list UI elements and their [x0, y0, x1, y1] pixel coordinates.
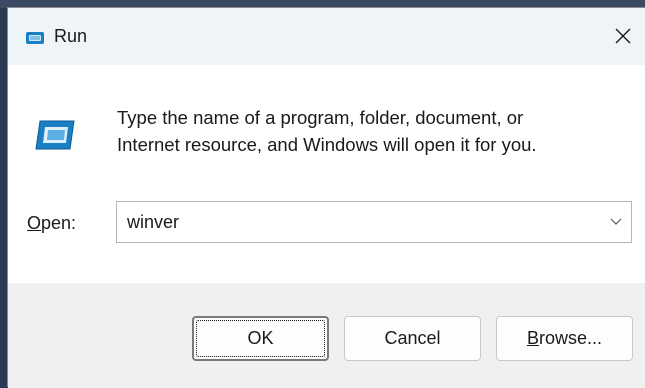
cancel-button[interactable]: Cancel — [344, 316, 481, 361]
run-icon — [35, 120, 75, 150]
dialog-body: Type the name of a program, folder, docu… — [8, 65, 645, 283]
open-label-text: pen: — [41, 213, 77, 233]
title-bar[interactable]: Run — [8, 8, 645, 65]
browse-label-accelerator: B — [526, 328, 539, 348]
run-dialog: Run Type the name of a program, folder, … — [7, 7, 645, 388]
description-line: Type the name of a program, folder, docu… — [117, 107, 524, 128]
open-label: Open: — [27, 213, 76, 234]
ok-button[interactable]: OK — [192, 316, 329, 361]
cancel-label: Cancel — [384, 328, 441, 348]
button-bar: OK Cancel Browse... — [8, 283, 645, 388]
open-input[interactable] — [127, 210, 597, 234]
open-label-accelerator: O — [27, 213, 42, 233]
chevron-down-icon[interactable] — [609, 216, 623, 226]
dialog-description: Type the name of a program, folder, docu… — [117, 104, 617, 158]
close-button[interactable] — [599, 8, 645, 65]
ok-label: OK — [247, 328, 274, 348]
close-icon — [615, 28, 631, 44]
description-line: Internet resource, and Windows will open… — [117, 134, 537, 155]
browse-button[interactable]: Browse... — [496, 316, 633, 361]
window-title: Run — [54, 26, 88, 46]
open-combobox[interactable] — [116, 201, 632, 243]
browse-label-text: rowse... — [538, 328, 603, 348]
run-icon — [26, 32, 44, 44]
